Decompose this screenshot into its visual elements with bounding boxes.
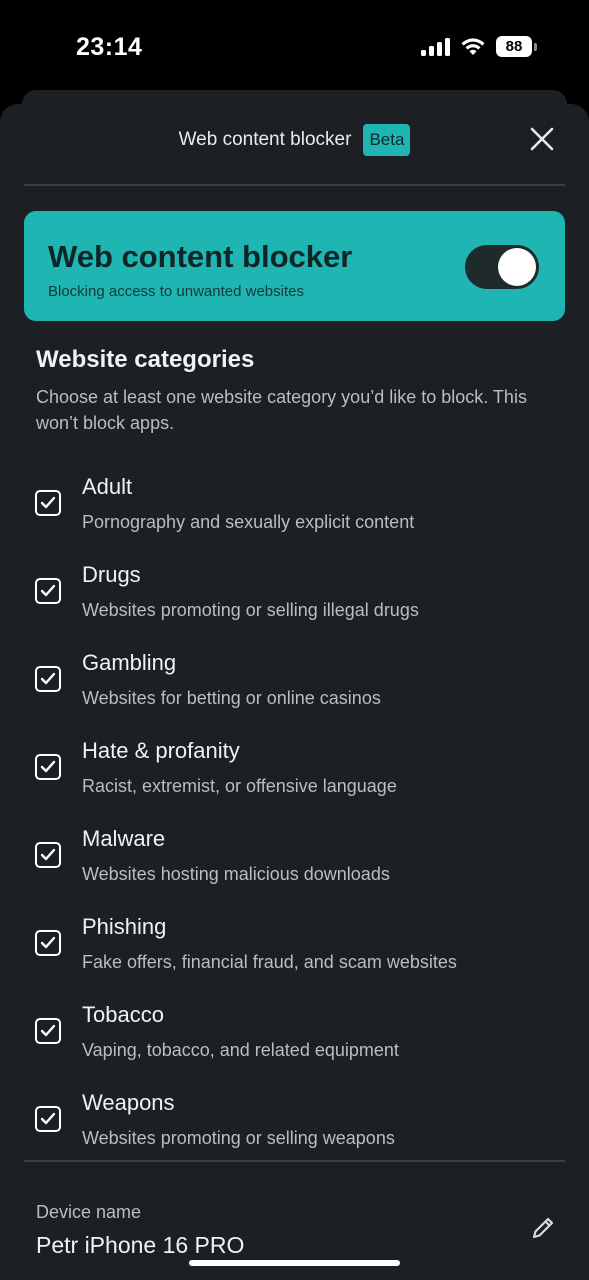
category-description: Fake offers, financial fraud, and scam w… [82,952,457,972]
category-malware[interactable]: Malware Websites hosting malicious downl… [0,820,589,908]
blocker-toggle[interactable] [465,245,539,289]
category-list: Adult Pornography and sexually explicit … [0,468,589,1172]
header-title: Web content blocker [178,129,352,150]
category-description: Racist, extremist, or offensive language [82,776,397,796]
category-title: Malware [82,826,166,851]
header-divider [24,184,565,186]
category-description: Websites for betting or online casinos [82,688,381,708]
checkbox-hate-profanity[interactable] [35,754,61,780]
category-title: Tobacco [82,1002,164,1027]
blocker-title: Web content blocker [48,239,353,274]
close-button[interactable] [529,126,555,152]
category-weapons[interactable]: Weapons Websites promoting or selling we… [0,1084,589,1172]
category-description: Vaping, tobacco, and related equipment [82,1040,399,1060]
category-phishing[interactable]: Phishing Fake offers, financial fraud, a… [0,908,589,996]
category-title: Drugs [82,562,141,587]
signal-icon [421,37,450,56]
modal-sheet: Web content blocker Beta Web content blo… [0,104,589,1280]
checkmark-icon [40,936,56,949]
sheet-header: Web content blocker Beta [0,104,589,184]
category-title: Phishing [82,914,167,939]
checkbox-phishing[interactable] [35,930,61,956]
category-description: Websites promoting or selling weapons [82,1128,395,1148]
beta-badge: Beta [363,124,411,156]
category-tobacco[interactable]: Tobacco Vaping, tobacco, and related equ… [0,996,589,1084]
checkmark-icon [40,760,56,773]
wifi-icon [461,37,485,55]
device-divider [24,1160,565,1162]
close-icon [530,127,554,151]
category-title: Gambling [82,650,177,675]
device-name-label: Device name [36,1202,142,1222]
checkbox-tobacco[interactable] [35,1018,61,1044]
category-title: Hate & profanity [82,738,240,763]
checkmark-icon [40,848,56,861]
checkbox-adult[interactable] [35,490,61,516]
blocker-card: Web content blocker Blocking access to u… [24,211,565,321]
battery-icon: 88 [496,36,537,57]
category-drugs[interactable]: Drugs Websites promoting or selling ille… [0,556,589,644]
category-title: Weapons [82,1090,175,1115]
category-gambling[interactable]: Gambling Websites for betting or online … [0,644,589,732]
checkbox-malware[interactable] [35,842,61,868]
categories-title: Website categories [36,346,255,373]
category-description: Websites hosting malicious downloads [82,864,390,884]
battery-level: 88 [496,36,532,57]
status-time: 23:14 [76,33,143,61]
home-indicator[interactable] [189,1260,400,1266]
category-adult[interactable]: Adult Pornography and sexually explicit … [0,468,589,556]
checkmark-icon [40,584,56,597]
checkmark-icon [40,672,56,685]
categories-description: Choose at least one website category you… [36,387,527,433]
blocker-subtitle: Blocking access to unwanted websites [48,283,304,300]
checkmark-icon [40,1024,56,1037]
category-hate-profanity[interactable]: Hate & profanity Racist, extremist, or o… [0,732,589,820]
status-icons: 88 [421,36,537,57]
category-title: Adult [82,474,133,499]
checkbox-weapons[interactable] [35,1106,61,1132]
status-bar: 23:14 88 [0,0,589,92]
edit-device-name-button[interactable] [529,1214,557,1242]
checkbox-drugs[interactable] [35,578,61,604]
category-description: Websites promoting or selling illegal dr… [82,600,419,620]
checkbox-gambling[interactable] [35,666,61,692]
device-name-value: Petr iPhone 16 PRO [36,1232,245,1258]
checkmark-icon [40,1112,56,1125]
pencil-icon [532,1217,554,1239]
checkmark-icon [40,496,56,509]
toggle-knob [498,248,536,286]
category-description: Pornography and sexually explicit conten… [82,512,415,532]
